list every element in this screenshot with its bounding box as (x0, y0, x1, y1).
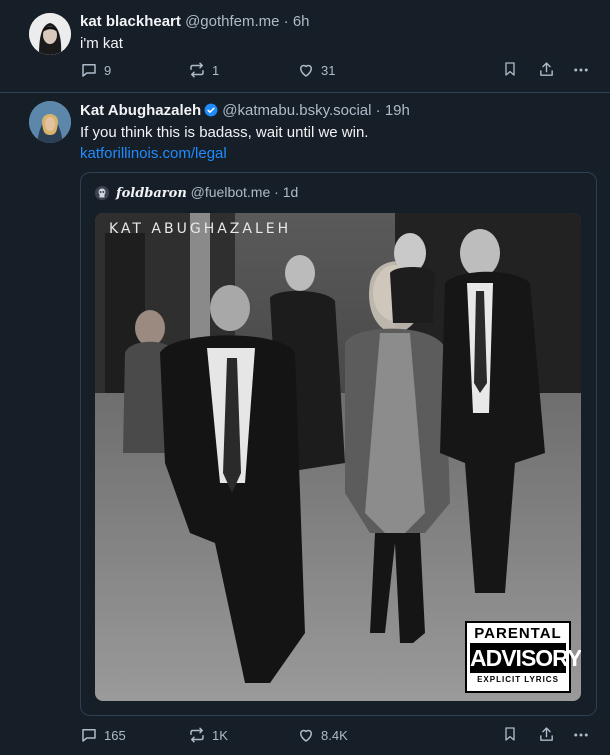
reply-button[interactable]: 165 (80, 726, 126, 744)
reply-icon (82, 64, 96, 77)
quote-author-handle[interactable]: @fuelbot.me (191, 184, 271, 200)
bookmark-icon (505, 727, 515, 741)
avatar[interactable] (29, 101, 71, 143)
author-name[interactable]: kat blackheart (80, 13, 181, 30)
post-actions: 165 1K 8.4K (80, 726, 600, 746)
album-title: KAT ABUGHAZALEH (109, 221, 292, 237)
bookmark-button[interactable] (502, 726, 518, 742)
parental-advisory-label: PARENTAL ADVISORY EXPLICIT LYRICS (465, 621, 581, 693)
avatar[interactable] (29, 13, 71, 55)
quote-avatar[interactable] (95, 186, 109, 200)
bookmark-button[interactable] (502, 61, 518, 77)
author-name[interactable]: Kat Abughazaleh (80, 102, 201, 119)
share-icon (540, 727, 553, 741)
repost-icon (190, 62, 204, 78)
verified-check-icon[interactable] (204, 103, 218, 117)
reply-count: 9 (104, 62, 112, 78)
post-actions: 9 1 31 (80, 61, 600, 81)
quote-image[interactable]: KAT ABUGHAZALEH PARENTAL ADVISORY EXPLIC… (95, 213, 581, 701)
author-handle[interactable]: @katmabu.bsky.social (222, 102, 371, 119)
like-button[interactable]: 31 (297, 61, 335, 79)
repost-count: 1K (212, 727, 228, 743)
share-icon (540, 62, 553, 76)
like-button[interactable]: 8.4K (297, 726, 348, 744)
repost-button[interactable]: 1 (188, 61, 219, 79)
share-button[interactable] (538, 726, 555, 743)
heart-icon (300, 729, 312, 742)
quote-time[interactable]: 1d (283, 184, 299, 200)
post-header: Kat Abughazaleh @katmabu.bsky.social · 1… (80, 102, 410, 120)
share-button[interactable] (538, 61, 555, 78)
advisory-main-text: ADVISORY (470, 643, 581, 673)
post-text: i'm kat (80, 35, 123, 52)
repost-button[interactable]: 1K (188, 726, 228, 744)
post-kat-blackheart[interactable]: kat blackheart @gothfem.me · 6h i'm kat … (0, 0, 610, 93)
author-handle[interactable]: @gothfem.me (185, 13, 279, 30)
repost-icon (190, 727, 204, 743)
post-link[interactable]: katforillinois.com/legal (80, 145, 227, 162)
repost-count: 1 (212, 62, 220, 78)
bookmark-icon (505, 62, 515, 76)
advisory-top-text: PARENTAL (474, 625, 562, 642)
heart-icon (300, 64, 312, 77)
ellipsis-icon (574, 733, 588, 737)
post-time[interactable]: 19h (385, 102, 410, 119)
more-options-button[interactable] (572, 726, 590, 744)
quoted-post[interactable]: foldbaron @fuelbot.me · 1d KAT ABUGHAZAL… (80, 172, 597, 716)
quote-author-name[interactable]: foldbaron (116, 186, 187, 201)
reply-count: 165 (104, 727, 126, 743)
reply-icon (82, 729, 96, 742)
quote-header: foldbaron @fuelbot.me · 1d (116, 184, 298, 201)
reply-button[interactable]: 9 (80, 61, 111, 79)
advisory-bottom-text: EXPLICIT LYRICS (477, 675, 559, 684)
more-options-button[interactable] (572, 61, 590, 79)
like-count: 8.4K (321, 727, 348, 743)
separator: · (274, 184, 279, 200)
separator: · (375, 102, 381, 119)
ellipsis-icon (574, 68, 588, 72)
post-time[interactable]: 6h (293, 13, 310, 30)
like-count: 31 (321, 62, 336, 78)
post-text: If you think this is badass, wait until … (80, 124, 369, 141)
post-header: kat blackheart @gothfem.me · 6h (80, 13, 310, 31)
separator: · (283, 13, 289, 30)
